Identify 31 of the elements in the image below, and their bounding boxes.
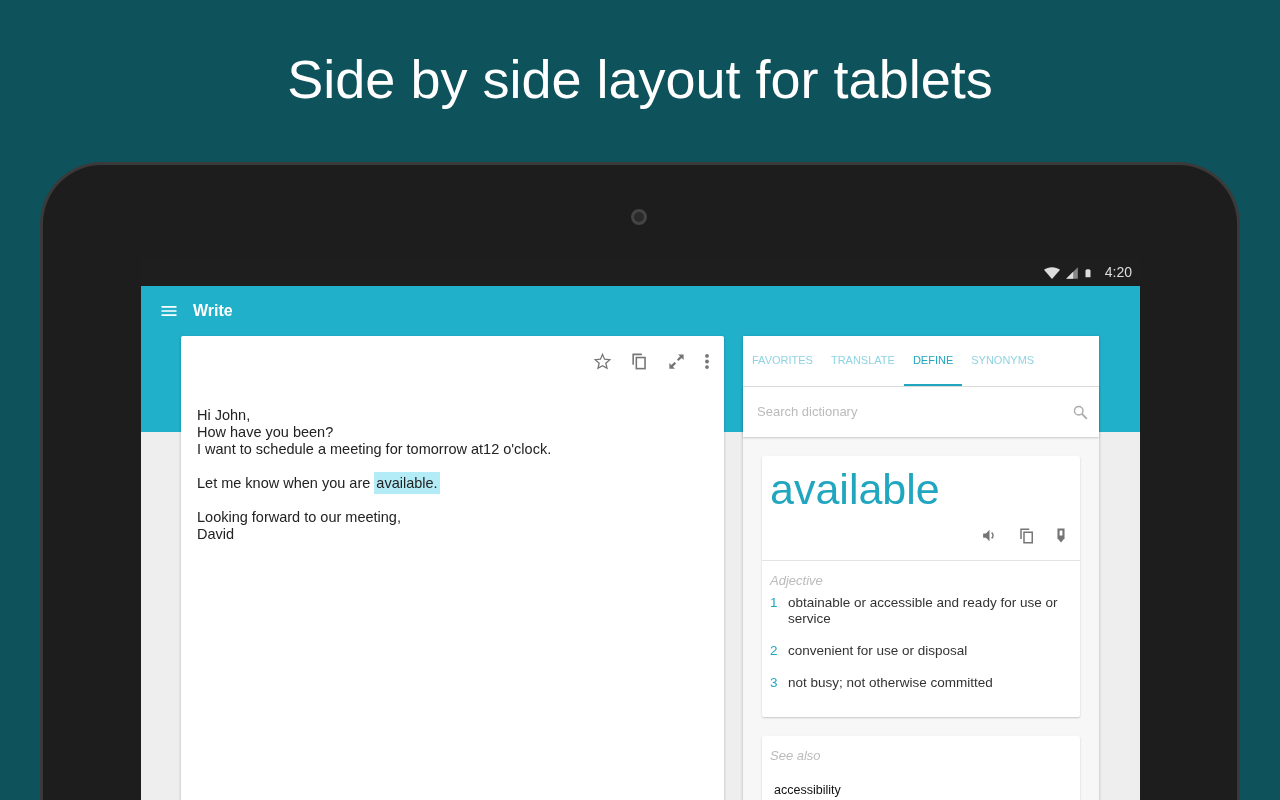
headline: Side by side layout for tablets	[286, 48, 994, 111]
definition-text: obtainable or accessible and ready for use or service	[788, 594, 1059, 627]
status-time: 4:20	[1104, 263, 1132, 282]
dictionary-tab[interactable]: TRANSLATE	[821, 336, 904, 386]
definition-text: convenient for use or disposal	[788, 642, 968, 659]
copy-icon[interactable]	[1018, 526, 1036, 545]
dictionary-tab[interactable]: FAVORITES	[743, 336, 822, 386]
part-of-speech: Adjective	[768, 572, 824, 590]
see-also-link[interactable]: accessibility	[762, 765, 1080, 800]
definition-number: 2	[770, 642, 779, 659]
email-paragraph: Looking forward to our meeting, David	[197, 509, 402, 543]
search-icon[interactable]	[1072, 403, 1089, 421]
definition-number: 3	[770, 674, 779, 691]
definition-text: not busy; not otherwise committed	[788, 674, 993, 691]
signal-icon	[1064, 264, 1079, 281]
star-icon[interactable]	[593, 351, 612, 371]
toolbar-title: Write	[193, 301, 233, 321]
dictionary-tab[interactable]: SYNONYMS	[962, 336, 1044, 386]
camera-icon	[631, 209, 647, 225]
wifi-icon	[1042, 264, 1061, 281]
expand-icon[interactable]	[667, 351, 686, 371]
more-icon[interactable]	[704, 351, 710, 371]
search-bar[interactable]: Search dictionary	[743, 387, 1099, 437]
email-paragraph: Let me know when you are available.	[197, 475, 708, 492]
see-also-heading: See also	[769, 746, 822, 765]
copy-icon[interactable]	[630, 351, 649, 371]
search-field[interactable]: Search dictionary	[755, 401, 1072, 423]
definition-number: 1	[770, 594, 779, 612]
headword: available	[769, 464, 941, 511]
pen-icon[interactable]	[1056, 527, 1066, 544]
email-paragraph: Hi John, How have you been? I want to schedule a meeting for tomorrow at12 o'clock.	[197, 407, 553, 458]
